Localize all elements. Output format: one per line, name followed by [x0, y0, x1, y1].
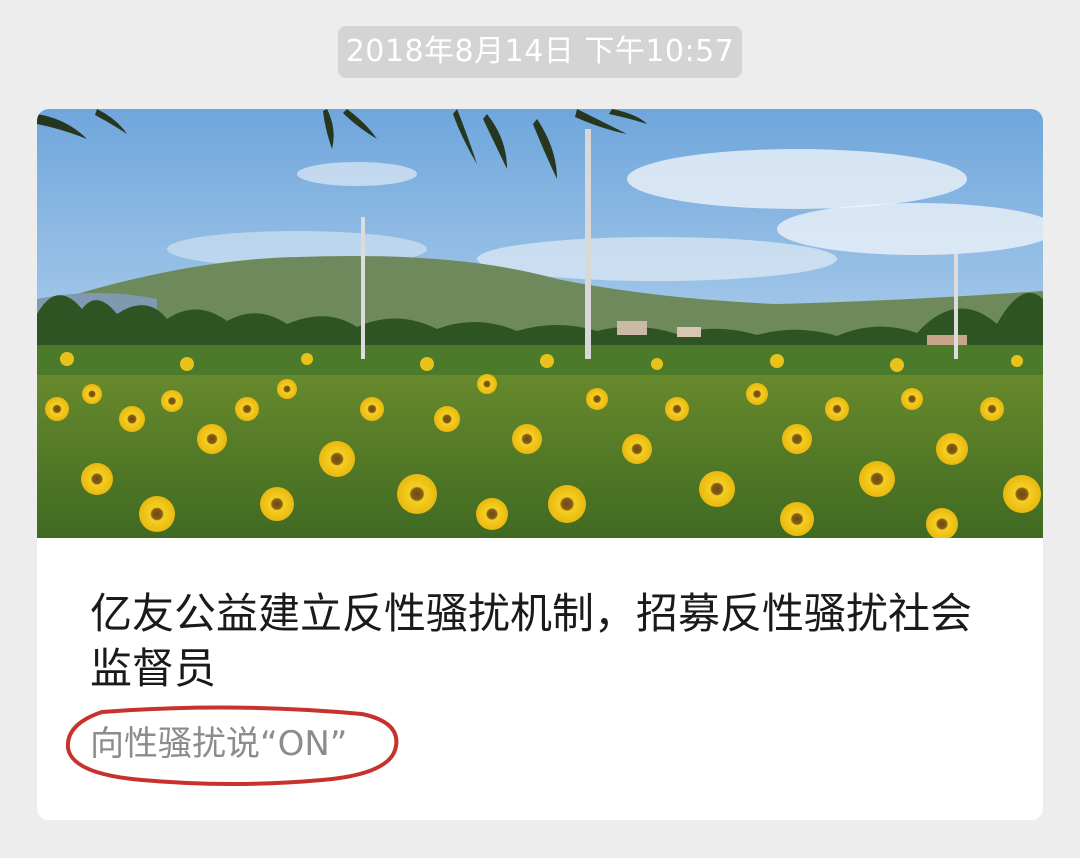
article-cover-image [37, 109, 1043, 538]
article-card[interactable]: 亿友公益建立反性骚扰机制，招募反性骚扰社会监督员 向性骚扰说“ON” [37, 109, 1043, 820]
article-title: 亿友公益建立反性骚扰机制，招募反性骚扰社会监督员 [90, 589, 973, 693]
article-digest: 向性骚扰说“ON” [90, 724, 348, 764]
message-timestamp: 2018年8月14日 下午10:57 [338, 26, 742, 78]
